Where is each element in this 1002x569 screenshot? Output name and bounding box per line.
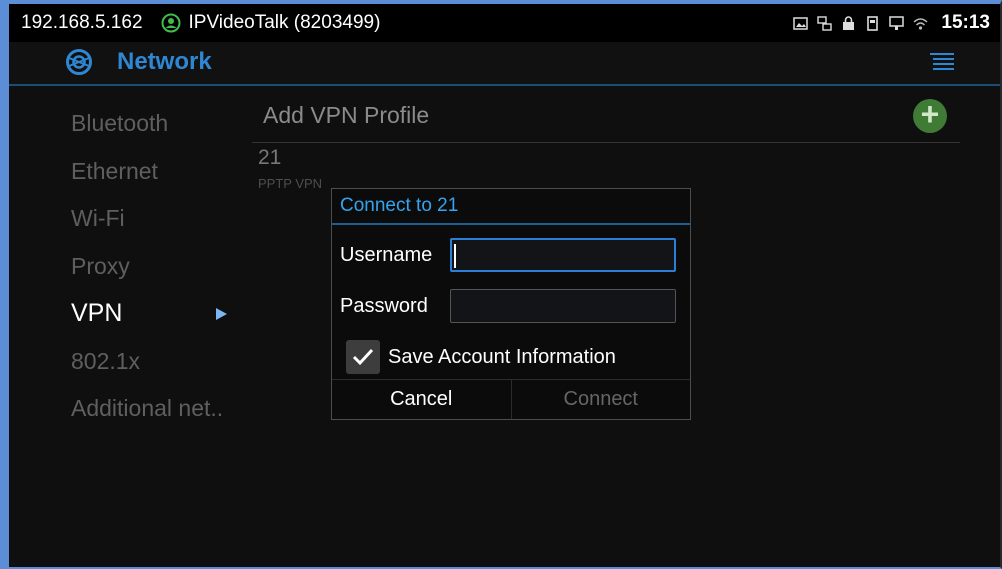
vpn-profile-type: PPTP VPN	[258, 176, 323, 191]
image-icon	[793, 16, 809, 30]
add-vpn-button[interactable]: +	[913, 96, 947, 133]
plus-icon: +	[920, 96, 940, 132]
sidebar-item-proxy[interactable]: Proxy	[62, 243, 237, 291]
username-field[interactable]	[450, 238, 676, 272]
cancel-button[interactable]: Cancel	[332, 380, 511, 419]
ip-address: 192.168.5.162	[21, 12, 143, 33]
checkmark-icon	[352, 348, 374, 366]
vpn-profile-name[interactable]: 21	[258, 146, 281, 170]
sidebar-item-label: Proxy	[71, 252, 130, 279]
sidebar-item-bluetooth[interactable]: Bluetooth	[62, 100, 237, 148]
sidebar-item-label: Wi-Fi	[71, 205, 125, 231]
page-title: Network	[117, 48, 212, 75]
contact-icon	[161, 13, 181, 33]
network-adapter-icon	[817, 15, 833, 31]
password-field[interactable]	[450, 289, 676, 323]
add-vpn-profile-row[interactable]: Add VPN Profile +	[252, 92, 960, 143]
lock-icon	[843, 15, 855, 30]
status-icons: 15:13	[793, 4, 990, 42]
sidebar-item-vpn[interactable]: VPN	[62, 290, 237, 338]
status-bar: 192.168.5.162 IPVideoTalk (8203499) 15:1…	[9, 4, 1000, 42]
sidebar-item-label: Bluetooth	[71, 110, 169, 136]
menu-icon[interactable]	[930, 52, 954, 72]
connect-dialog: Connect to 21 Username Password Save Acc…	[331, 188, 691, 420]
save-account-checkbox[interactable]	[346, 340, 380, 374]
password-label: Password	[340, 295, 428, 317]
dialog-buttons: Cancel Connect	[332, 379, 690, 419]
network-globe-icon	[66, 49, 92, 75]
sidebar-item-label: VPN	[71, 299, 123, 327]
ethernet-icon	[889, 15, 905, 30]
save-account-label[interactable]: Save Account Information	[388, 346, 616, 369]
wifi-icon	[913, 17, 928, 30]
vpn-panel: Add VPN Profile +	[252, 92, 960, 143]
sd-card-icon	[867, 15, 879, 31]
sidebar-item-label: 802.1x	[71, 347, 141, 374]
selected-arrow-icon	[216, 308, 227, 320]
sidebar-item-8021x[interactable]: 802.1x	[62, 338, 237, 386]
username-label: Username	[340, 244, 433, 266]
add-vpn-profile-label: Add VPN Profile	[263, 102, 430, 128]
app-account-name: IPVideoTalk (8203499)	[188, 12, 381, 33]
sidebar-item-label: Ethernet	[71, 157, 158, 184]
settings-sidebar: Bluetooth Ethernet Wi-Fi Proxy VPN 802.1…	[62, 100, 237, 433]
sidebar-item-label: Additional net..	[71, 395, 224, 421]
clock: 15:13	[941, 12, 990, 33]
text-cursor	[454, 244, 456, 268]
dialog-title: Connect to 21	[332, 189, 690, 225]
app-bar: Network	[9, 42, 1000, 86]
sidebar-item-additional-network[interactable]: Additional net..	[62, 385, 237, 433]
sidebar-item-ethernet[interactable]: Ethernet	[62, 148, 237, 196]
sidebar-item-wifi[interactable]: Wi-Fi	[62, 195, 237, 243]
connect-button[interactable]: Connect	[510, 380, 691, 419]
